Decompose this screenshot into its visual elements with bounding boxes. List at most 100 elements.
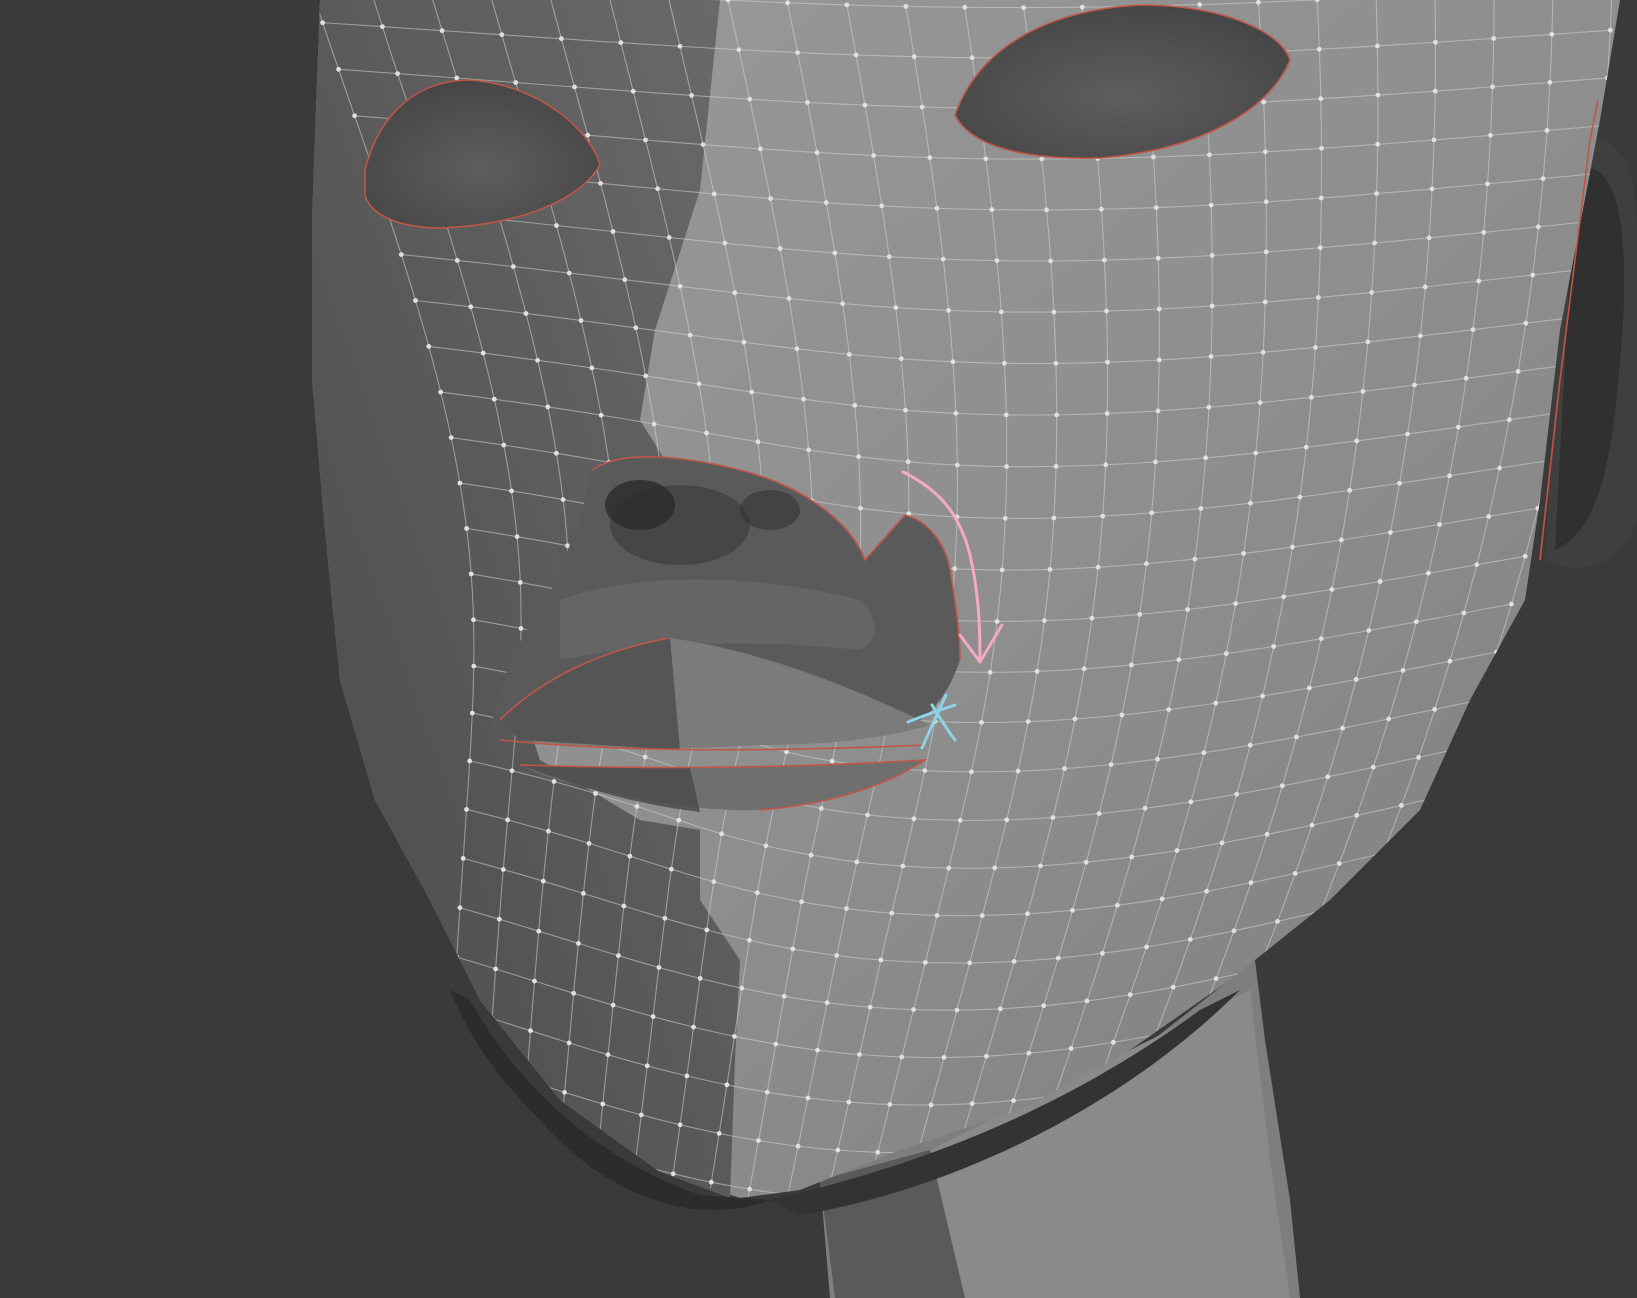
mesh-vertex[interactable]	[1365, 339, 1371, 345]
mesh-vertex[interactable]	[479, 1213, 484, 1218]
mesh-vertex[interactable]	[1426, 235, 1432, 241]
mesh-vertex[interactable]	[724, 1082, 730, 1088]
mesh-vertex[interactable]	[1523, 320, 1529, 326]
mesh-vertex[interactable]	[952, 566, 958, 572]
mesh-vertex[interactable]	[994, 258, 1000, 263]
mesh-vertex[interactable]	[545, 404, 551, 410]
mesh-vertex[interactable]	[1509, 601, 1514, 607]
mesh-vertex[interactable]	[1198, 506, 1204, 511]
mesh-vertex[interactable]	[1329, 587, 1335, 592]
mesh-vertex[interactable]	[448, 435, 454, 440]
mesh-vertex[interactable]	[336, 66, 341, 72]
mesh-vertex[interactable]	[546, 828, 551, 834]
mesh-vertex[interactable]	[1263, 199, 1269, 205]
mesh-vertex[interactable]	[795, 1143, 801, 1149]
mesh-vertex[interactable]	[562, 1090, 567, 1095]
mesh-vertex[interactable]	[1297, 494, 1303, 500]
mesh-vertex[interactable]	[867, 1004, 873, 1010]
mesh-vertex[interactable]	[1223, 651, 1229, 656]
mesh-vertex[interactable]	[1144, 561, 1149, 567]
mesh-vertex[interactable]	[1002, 515, 1008, 521]
mesh-vertex[interactable]	[585, 132, 591, 138]
mesh-vertex[interactable]	[1470, 327, 1476, 333]
mesh-vertex[interactable]	[1279, 783, 1285, 789]
mesh-vertex[interactable]	[1380, 850, 1386, 856]
mesh-vertex[interactable]	[700, 142, 706, 148]
mesh-vertex[interactable]	[785, 0, 790, 6]
mesh-vertex[interactable]	[535, 357, 540, 363]
mesh-vertex[interactable]	[736, 47, 742, 53]
mesh-vertex[interactable]	[380, 24, 385, 29]
mesh-vertex[interactable]	[1248, 880, 1254, 886]
mesh-vertex[interactable]	[1397, 480, 1402, 486]
mesh-vertex[interactable]	[1339, 537, 1344, 543]
mesh-vertex[interactable]	[998, 1006, 1003, 1012]
mesh-vertex[interactable]	[879, 203, 885, 209]
mesh-vertex[interactable]	[1405, 431, 1410, 437]
mesh-vertex[interactable]	[1319, 145, 1324, 151]
mesh-vertex[interactable]	[846, 1099, 852, 1105]
mesh-vertex[interactable]	[765, 1290, 770, 1295]
mesh-vertex[interactable]	[643, 137, 648, 143]
mesh-vertex[interactable]	[553, 1188, 559, 1194]
mesh-vertex[interactable]	[1271, 644, 1277, 649]
mesh-vertex[interactable]	[919, 104, 925, 110]
mesh-vertex[interactable]	[979, 913, 985, 918]
mesh-vertex[interactable]	[786, 296, 792, 301]
mesh-vertex[interactable]	[560, 497, 566, 502]
mesh-vertex[interactable]	[747, 1186, 752, 1192]
mesh-vertex[interactable]	[691, 1024, 696, 1030]
mesh-vertex[interactable]	[528, 1028, 533, 1034]
mesh-vertex[interactable]	[1601, 123, 1606, 128]
mesh-vertex[interactable]	[1206, 404, 1212, 410]
mesh-vertex[interactable]	[1197, 2, 1203, 7]
mesh-vertex[interactable]	[790, 946, 796, 952]
mesh-vertex[interactable]	[559, 36, 564, 42]
mesh-vertex[interactable]	[1377, 579, 1383, 584]
mesh-vertex[interactable]	[1386, 716, 1392, 722]
mesh-vertex[interactable]	[644, 1063, 650, 1069]
mesh-vertex[interactable]	[903, 4, 909, 9]
mesh-vertex[interactable]	[832, 250, 838, 256]
mesh-vertex[interactable]	[1506, 417, 1512, 423]
mesh-vertex[interactable]	[598, 180, 603, 186]
mesh-vertex[interactable]	[1100, 950, 1105, 956]
mesh-vertex[interactable]	[1488, 132, 1493, 138]
mesh-vertex[interactable]	[618, 40, 624, 45]
mesh-vertex[interactable]	[622, 277, 628, 283]
mesh-vertex[interactable]	[1605, 75, 1610, 81]
mesh-vertex[interactable]	[704, 927, 710, 933]
mesh-vertex[interactable]	[1497, 465, 1502, 471]
mesh-vertex[interactable]	[905, 459, 911, 465]
mesh-vertex[interactable]	[1102, 257, 1107, 263]
mesh-vertex[interactable]	[801, 1293, 806, 1298]
mesh-vertex[interactable]	[1369, 290, 1375, 295]
mesh-vertex[interactable]	[1108, 762, 1114, 767]
mesh-vertex[interactable]	[1383, 935, 1389, 940]
mesh-vertex[interactable]	[489, 1016, 495, 1021]
mesh-vertex[interactable]	[716, 1131, 722, 1136]
mesh-vertex[interactable]	[1095, 564, 1101, 570]
mesh-vertex[interactable]	[911, 816, 917, 822]
mesh-vertex[interactable]	[1607, 27, 1613, 33]
mesh-vertex[interactable]	[1209, 303, 1215, 309]
mesh-vertex[interactable]	[697, 976, 703, 981]
mesh-vertex[interactable]	[467, 758, 473, 764]
mesh-vertex[interactable]	[1187, 937, 1193, 942]
mesh-vertex[interactable]	[677, 43, 683, 49]
mesh-vertex[interactable]	[795, 50, 800, 55]
mesh-vertex[interactable]	[566, 270, 572, 276]
mesh-vertex[interactable]	[1422, 284, 1428, 290]
mesh-vertex[interactable]	[1100, 513, 1106, 519]
mesh-vertex[interactable]	[922, 768, 928, 773]
mesh-vertex[interactable]	[1372, 240, 1377, 246]
mesh-vertex[interactable]	[1096, 811, 1102, 816]
mesh-vertex[interactable]	[799, 899, 804, 905]
mesh-vertex[interactable]	[1142, 805, 1148, 811]
mesh-vertex[interactable]	[701, 1229, 706, 1234]
mesh-vertex[interactable]	[1068, 1046, 1074, 1051]
mesh-vertex[interactable]	[856, 454, 861, 460]
mesh-vertex[interactable]	[794, 346, 800, 352]
mesh-vertex[interactable]	[610, 229, 616, 234]
mesh-vertex[interactable]	[1050, 815, 1056, 820]
